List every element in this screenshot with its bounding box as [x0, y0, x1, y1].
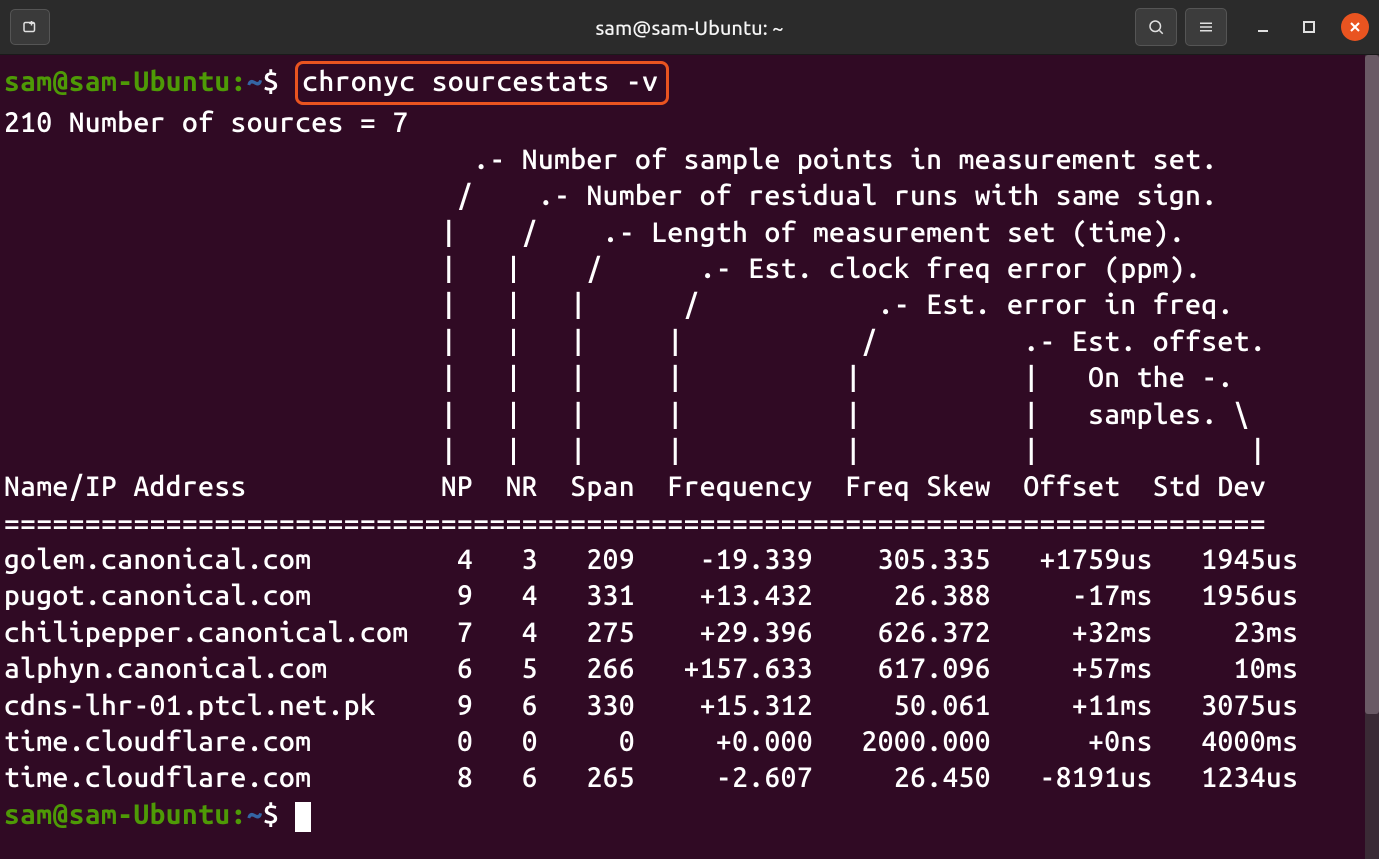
cursor — [295, 802, 311, 832]
prompt-sep-2: : — [231, 799, 247, 830]
table-rows: golem.canonical.com 4 3 209 -19.339 305.… — [4, 544, 1298, 793]
maximize-button[interactable] — [1295, 13, 1323, 41]
close-button[interactable] — [1341, 13, 1369, 41]
window-controls — [1249, 13, 1369, 41]
prompt-dollar: $ — [263, 66, 279, 97]
prompt-dollar-2: $ — [263, 799, 279, 830]
legend-line: / .- Number of residual runs with same s… — [4, 180, 1218, 211]
legend-line: | | | | | | On the -. — [4, 362, 1234, 393]
prompt-sep: : — [231, 66, 247, 97]
sources-line: 210 Number of sources = 7 — [4, 107, 409, 138]
legend-line: | | | | | | | — [4, 435, 1266, 466]
command-text: chronyc sourcestats -v — [302, 66, 658, 97]
minimize-button[interactable] — [1249, 13, 1277, 41]
prompt-userhost: sam@sam-Ubuntu — [4, 66, 231, 97]
legend-line: | | / .- Est. clock freq error (ppm). — [4, 253, 1201, 284]
maximize-icon — [1302, 20, 1316, 34]
window-title: sam@sam-Ubuntu: ~ — [595, 16, 783, 39]
right-controls — [1135, 8, 1369, 46]
table-header: Name/IP Address NP NR Span Frequency Fre… — [4, 471, 1266, 502]
terminal[interactable]: sam@sam-Ubuntu:~$ chronyc sourcestats -v… — [0, 55, 1365, 859]
search-icon — [1147, 18, 1165, 36]
scrollbar[interactable] — [1365, 55, 1379, 859]
new-tab-button[interactable] — [10, 9, 50, 45]
table-divider: ========================================… — [4, 508, 1266, 539]
scrollbar-thumb[interactable] — [1365, 55, 1379, 714]
hamburger-icon — [1197, 18, 1215, 36]
terminal-area: sam@sam-Ubuntu:~$ chronyc sourcestats -v… — [0, 55, 1379, 859]
legend-line: | / .- Length of measurement set (time). — [4, 217, 1185, 248]
prompt-path-2: ~ — [247, 799, 263, 830]
new-tab-icon — [21, 18, 39, 36]
menu-button[interactable] — [1185, 8, 1227, 46]
prompt-path: ~ — [247, 66, 263, 97]
close-icon — [1348, 20, 1362, 34]
legend-line: | | | / .- Est. error in freq. — [4, 289, 1234, 320]
command-highlight: chronyc sourcestats -v — [295, 61, 669, 105]
search-button[interactable] — [1135, 8, 1177, 46]
legend-line: .- Number of sample points in measuremen… — [4, 144, 1218, 175]
prompt-userhost-2: sam@sam-Ubuntu — [4, 799, 231, 830]
legend-line: | | | | / .- Est. offset. — [4, 326, 1266, 357]
minimize-icon — [1256, 20, 1270, 34]
legend-line: | | | | | | samples. \ — [4, 399, 1250, 430]
titlebar: sam@sam-Ubuntu: ~ — [0, 0, 1379, 55]
